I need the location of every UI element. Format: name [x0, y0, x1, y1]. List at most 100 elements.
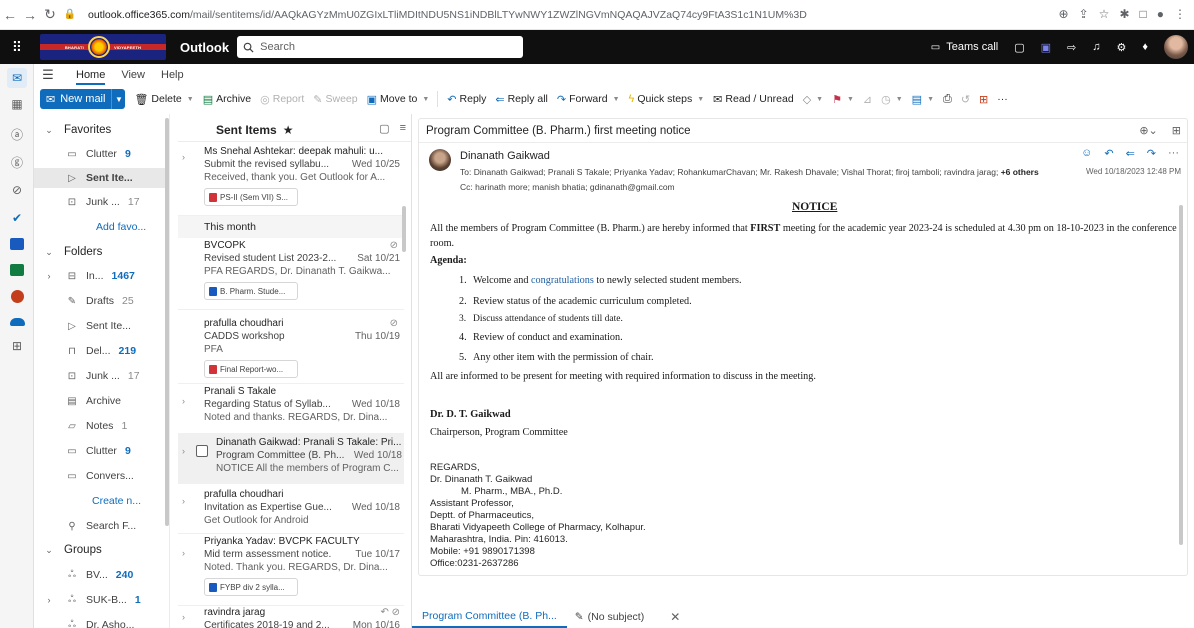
read-unread-button[interactable]: ✉ Read / Unread — [713, 93, 794, 106]
report-button[interactable]: ◎ Report — [260, 93, 304, 106]
forward-icon[interactable]: ↷ — [1147, 147, 1156, 160]
powerpoint-icon[interactable] — [7, 286, 27, 306]
share-icon[interactable]: ⇪ — [1079, 7, 1089, 21]
snooze-button[interactable]: ◷ ▼ — [881, 93, 903, 106]
back-icon[interactable]: ← — [0, 7, 20, 23]
expand-thread-chevron-icon[interactable]: › — [182, 548, 192, 558]
install-icon[interactable]: ⊕ — [1059, 7, 1069, 21]
hamburger-menu-icon[interactable]: ☰ — [36, 67, 60, 83]
list-item[interactable]: › prafulla choudhari Invitation as Exper… — [178, 484, 404, 534]
expand-thread-chevron-icon[interactable]: › — [182, 496, 192, 506]
add-favorite-link[interactable]: Add favo... — [34, 217, 169, 237]
app-launcher-icon[interactable]: ⠿ — [0, 39, 34, 56]
user-avatar[interactable] — [1164, 35, 1188, 59]
reply-icon[interactable]: ↶ — [1104, 147, 1113, 160]
compose-tab-no-subject[interactable]: ✎ (No subject) ✕ — [575, 610, 680, 624]
list-item[interactable]: › Pranali S Takale Regarding Status of S… — [178, 384, 404, 434]
sender-name[interactable]: Dinanath Gaikwad — [460, 150, 550, 162]
new-mail-button[interactable]: ✉ New mail ▼ — [40, 89, 126, 109]
pin-button[interactable]: ⊿ — [863, 93, 872, 106]
attachment-chip[interactable]: Final Report-wo... — [204, 360, 298, 378]
folder-search-folders[interactable]: ⚲ Search F... — [34, 516, 169, 536]
create-new-folder-link[interactable]: Create n... — [34, 491, 169, 511]
close-icon[interactable]: ✕ — [670, 610, 680, 624]
folders-header[interactable]: ⌄ Folders — [34, 242, 169, 262]
attachment-chip[interactable]: FYBP div 2 sylla... — [204, 578, 298, 596]
group-dr-asho[interactable]: ஃ Dr. Asho... — [34, 615, 169, 628]
forward-button[interactable]: ↷ Forward ▼ — [557, 93, 620, 106]
chevron-right-icon[interactable]: › — [34, 271, 64, 281]
teams-call-button[interactable]: ▭ Teams call — [931, 41, 998, 53]
expand-thread-chevron-icon[interactable]: › — [182, 446, 192, 456]
list-item-selected[interactable]: › Dinanath Gaikwad: Pranali S Takale: Pr… — [178, 434, 404, 484]
my-day-icon[interactable]: ▢ — [1014, 41, 1024, 54]
profile-icon[interactable]: ● — [1157, 7, 1164, 21]
reply-all-button[interactable]: ⇐ Reply all — [495, 93, 548, 106]
list-item[interactable]: › Priyanka Yadav: BVCPK FACULTY Mid term… — [178, 534, 404, 606]
emoji-reaction-icon[interactable]: ☺ — [1081, 147, 1092, 160]
reply-all-icon[interactable]: ⇐ — [1126, 147, 1135, 160]
folder-sent-items-fav[interactable]: ▷ Sent Ite... — [34, 168, 169, 188]
folder-notes[interactable]: ▱ Notes 1 — [34, 416, 169, 436]
excel-icon[interactable] — [7, 260, 27, 280]
to-more-link[interactable]: +6 others — [1001, 167, 1039, 177]
chevron-right-icon[interactable]: › — [34, 595, 64, 605]
settings-gear-icon[interactable]: ⚙ — [1117, 41, 1127, 54]
favorite-star-icon[interactable]: ★ — [283, 123, 294, 137]
more-actions-icon[interactable]: ··· — [1168, 147, 1179, 160]
rules-button[interactable]: ▤ ▼ — [912, 93, 934, 106]
word-icon[interactable] — [7, 234, 27, 254]
lock-icon[interactable]: 🔒 — [60, 9, 80, 20]
list-item[interactable]: prafulla choudhari CADDS workshop Thu 10/… — [178, 310, 404, 384]
bookmark-star-icon[interactable]: ☆ — [1099, 7, 1110, 21]
list-item[interactable]: BVCOPK Revised student List 2023-2... Sat… — [178, 238, 404, 310]
more-apps-icon[interactable]: ⊞ — [7, 336, 27, 356]
cc-list[interactable]: harinath more; manish bhatia; gdinanath@… — [475, 182, 675, 192]
teams-icon[interactable]: ▣ — [1041, 41, 1051, 54]
folder-drafts[interactable]: ✎ Drafts 25 — [34, 291, 169, 311]
extensions-icon[interactable]: ✱ — [1119, 7, 1129, 21]
group-suk[interactable]: › ஃ SUK-B... 1 — [34, 590, 169, 610]
compose-tab-program-committee[interactable]: Program Committee (B. Ph... — [412, 606, 567, 628]
filter-icon[interactable]: ≡ — [400, 122, 406, 135]
tips-lightbulb-icon[interactable]: ♦ — [1142, 41, 1148, 53]
tab-view[interactable]: View — [121, 69, 145, 81]
forward-icon[interactable]: → — [20, 7, 40, 23]
address-bar[interactable]: outlook.office365.com/mail/sentitems/id/… — [88, 9, 807, 21]
expand-thread-chevron-icon[interactable]: › — [182, 396, 192, 406]
attachment-chip[interactable]: B. Pharm. Stude... — [204, 282, 298, 300]
groups-icon[interactable]: ⓖ — [7, 152, 27, 172]
tab-help[interactable]: Help — [161, 69, 184, 81]
folder-deleted[interactable]: ⊓ Del... 219 — [34, 341, 169, 361]
notifications-bell-icon[interactable]: ♫ — [1092, 41, 1100, 53]
attachment-chip[interactable]: PS-II (Sem VII) S... — [204, 188, 298, 206]
message-checkbox[interactable] — [196, 445, 208, 457]
search-input[interactable]: Search — [237, 36, 524, 58]
onedrive-icon[interactable] — [7, 312, 27, 332]
to-list[interactable]: Dinanath Gaikwad; Pranali S Takale; Priy… — [474, 167, 999, 177]
sender-avatar[interactable] — [429, 149, 451, 171]
todo-check-icon[interactable]: ✔ — [7, 208, 27, 228]
files-attach-icon[interactable]: ⊘ — [7, 180, 27, 200]
mail-icon[interactable]: ✉ — [7, 68, 27, 88]
people-icon[interactable]: ⓐ — [7, 124, 27, 144]
groups-header[interactable]: ⌄ Groups — [34, 540, 169, 560]
move-to-button[interactable]: ▣ Move to ▼ — [367, 93, 430, 106]
open-in-new-window-icon[interactable]: ⊞ — [1172, 124, 1181, 137]
message-list-scrollbar[interactable] — [402, 206, 406, 252]
tab-view-icon[interactable]: □ — [1140, 7, 1147, 21]
agenda-link[interactable]: congratulations — [531, 275, 594, 286]
zoom-icon[interactable]: ⊕⌄ — [1139, 124, 1157, 137]
reload-icon[interactable]: ↻ — [40, 6, 60, 23]
new-mail-dropdown-chevron-icon[interactable]: ▼ — [111, 89, 125, 109]
archive-button[interactable]: ▤ Archive — [203, 93, 251, 106]
reply-button[interactable]: ↶ Reply — [447, 93, 486, 106]
delete-button[interactable]: 🗑 Delete ▼ — [134, 93, 193, 106]
reading-pane-scrollbar[interactable] — [1179, 205, 1183, 545]
calendar-icon[interactable]: ▦ — [7, 94, 27, 114]
folder-inbox[interactable]: › ⊟ In... 1467 — [34, 266, 169, 286]
folder-conversation-history[interactable]: ▭ Convers... — [34, 466, 169, 486]
sweep-button[interactable]: ✎ Sweep — [313, 93, 357, 106]
folder-junk-fav[interactable]: ⊡ Junk ... 17 — [34, 192, 169, 212]
list-item[interactable]: › Ms Snehal Ashtekar: deepak mahuli: u..… — [178, 144, 404, 216]
